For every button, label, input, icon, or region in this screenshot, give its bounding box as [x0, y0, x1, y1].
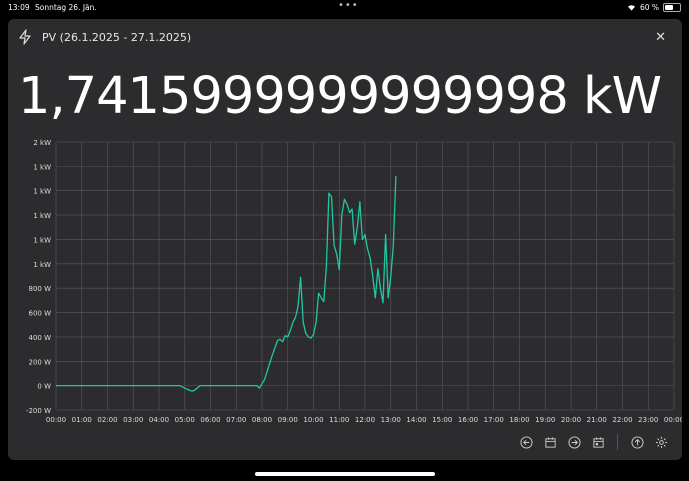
x-tick-label: 19:00 — [535, 416, 555, 424]
x-tick-label: 08:00 — [252, 416, 272, 424]
y-tick-label: -200 W — [26, 407, 51, 415]
x-tick-label: 23:00 — [638, 416, 658, 424]
status-bar: 13:09 Sonntag 26. Jän. ••• 60 % — [0, 0, 689, 14]
y-tick-label: 2 kW — [33, 139, 51, 147]
dialog-title: PV (26.1.2025 - 27.1.2025) — [42, 31, 192, 44]
calendar-icon[interactable] — [541, 433, 559, 451]
y-tick-label: 800 W — [28, 285, 51, 293]
y-tick-label: 1 kW — [33, 188, 51, 196]
x-tick-label: 01:00 — [72, 416, 92, 424]
x-tick-label: 20:00 — [561, 416, 581, 424]
y-tick-label: 1 kW — [33, 163, 51, 171]
x-tick-label: 00:00 — [664, 416, 682, 424]
x-tick-label: 09:00 — [278, 416, 298, 424]
x-tick-label: 00:00 — [46, 416, 66, 424]
x-tick-label: 17:00 — [484, 416, 504, 424]
battery-icon — [663, 3, 681, 12]
multitasking-dots-icon[interactable]: ••• — [338, 0, 359, 11]
current-value: 1,7415999999999998 kW — [18, 67, 662, 126]
battery-percentage: 60 % — [639, 3, 659, 12]
x-tick-label: 03:00 — [123, 416, 143, 424]
dialog-header: PV (26.1.2025 - 27.1.2025) ✕ — [8, 19, 682, 57]
y-tick-label: 1 kW — [33, 236, 51, 244]
calendar-today-icon[interactable] — [589, 433, 607, 451]
chart-toolbar — [517, 433, 670, 451]
x-tick-label: 06:00 — [200, 416, 220, 424]
x-tick-label: 12:00 — [355, 416, 375, 424]
x-tick-label: 07:00 — [226, 416, 246, 424]
x-tick-label: 05:00 — [175, 416, 195, 424]
settings-icon[interactable] — [652, 433, 670, 451]
x-tick-label: 18:00 — [509, 416, 529, 424]
x-tick-label: 02:00 — [97, 416, 117, 424]
x-tick-label: 22:00 — [612, 416, 632, 424]
close-icon[interactable]: ✕ — [655, 30, 666, 45]
y-tick-label: 200 W — [28, 358, 51, 366]
wifi-icon — [627, 5, 635, 11]
history-dialog: PV (26.1.2025 - 27.1.2025) ✕ 1,741599999… — [8, 19, 682, 460]
x-tick-label: 14:00 — [406, 416, 426, 424]
x-tick-label: 04:00 — [149, 416, 169, 424]
x-tick-label: 21:00 — [587, 416, 607, 424]
status-date: Sonntag 26. Jän. — [35, 3, 97, 12]
x-tick-label: 11:00 — [329, 416, 349, 424]
series-line — [56, 176, 397, 392]
x-tick-label: 10:00 — [303, 416, 323, 424]
status-time: 13:09 — [8, 3, 30, 12]
previous-icon[interactable] — [517, 433, 535, 451]
x-tick-label: 15:00 — [432, 416, 452, 424]
y-tick-label: 0 W — [37, 383, 51, 391]
status-right: 60 % — [627, 3, 681, 12]
x-tick-label: 13:00 — [381, 416, 401, 424]
y-tick-label: 1 kW — [33, 261, 51, 269]
toolbar-divider — [617, 434, 618, 450]
home-indicator[interactable] — [255, 472, 435, 476]
y-tick-label: 600 W — [28, 310, 51, 318]
y-tick-label: 400 W — [28, 334, 51, 342]
x-tick-label: 16:00 — [458, 416, 478, 424]
next-icon[interactable] — [565, 433, 583, 451]
y-tick-label: 1 kW — [33, 212, 51, 220]
lightning-bolt-icon — [19, 29, 31, 45]
history-chart[interactable]: 2 kW 1 kW 1 kW 1 kW 1 kW 1 kW 800 W 600 W 400 W 2… — [8, 137, 682, 427]
export-icon[interactable] — [628, 433, 646, 451]
